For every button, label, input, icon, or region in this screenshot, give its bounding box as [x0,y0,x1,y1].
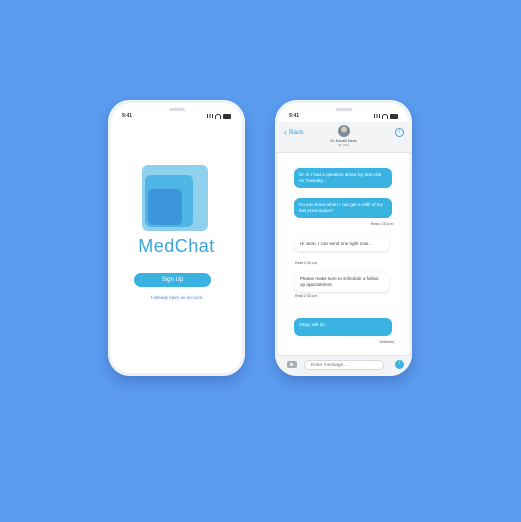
phone-notch [335,108,352,111]
chevron-left-icon: ‹ [284,127,287,137]
camera-icon[interactable] [287,361,297,368]
wifi-icon [382,113,388,119]
status-bar: 9:41 [122,112,231,120]
status-time: 9:41 [122,113,133,119]
message-bubble-outgoing: Do you know when I can get a refill of m… [294,198,392,218]
doctor-status: Mr. Visit [338,143,349,147]
message-composer: ↑ [275,355,412,376]
right-phone: 9:41 ‹ Back Dr. Donald Davis Mr. Visit i… [275,100,412,376]
back-label: Back [289,129,304,136]
signal-icon [374,114,380,118]
back-button[interactable]: ‹ Back [284,128,303,137]
left-phone: 9:41 MedChat Sign Up I already have an a… [108,100,245,376]
info-icon[interactable]: i [395,128,404,137]
brand-name: MedChat [138,236,215,256]
chat-header: ‹ Back Dr. Donald Davis Mr. Visit i [275,122,412,153]
send-arrow-icon[interactable]: ↑ [395,360,404,369]
message-bubble-incoming: Hi Jane, I can send one right now... [295,237,389,251]
existing-account-link[interactable]: I already have an account [108,295,245,300]
message-receipt: Read 2:34 p.m. [295,294,319,298]
battery-icon [223,113,231,119]
battery-icon [390,113,398,119]
message-receipt: Read 2:30 p.m. [295,261,319,265]
sign-up-button[interactable]: Sign Up [134,273,211,287]
doctor-avatar[interactable] [337,125,350,137]
message-bubble-incoming: Please make sure to schedule a follow up… [295,272,389,292]
message-receipt: Delivered [379,340,394,344]
message-input[interactable] [304,360,384,370]
status-time: 9:41 [289,113,300,119]
status-bar: 9:41 [289,112,398,120]
message-receipt: Read 1:30 p.m. [370,222,394,226]
wifi-icon [215,113,221,119]
phone-notch [168,108,185,111]
message-bubble-outgoing: Okay, will do. [294,318,392,336]
signal-icon [207,114,213,118]
medchat-logo [142,165,208,231]
message-bubble-outgoing: Dr. D I had a question about my last vis… [294,168,392,188]
